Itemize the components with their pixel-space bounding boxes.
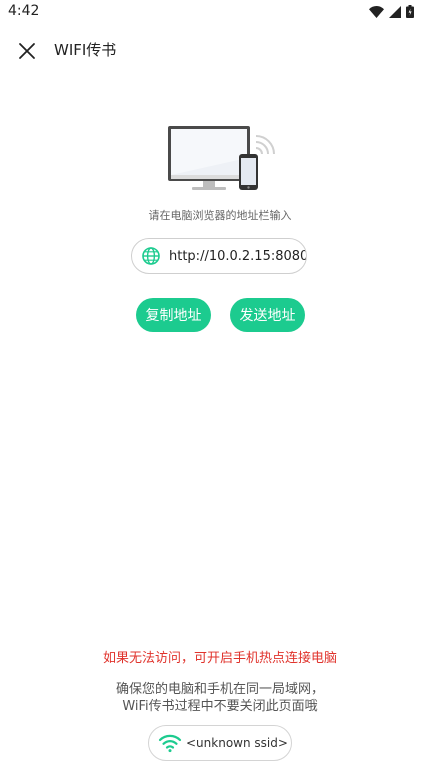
ssid-text: <unknown ssid>: [186, 736, 288, 750]
browser-hint: 请在电脑浏览器的地址栏输入: [148, 209, 292, 222]
battery-icon: [406, 5, 414, 18]
computer-icon: [168, 126, 275, 190]
cell-signal-icon: [389, 5, 401, 18]
status-icons: [369, 5, 414, 18]
close-button[interactable]: [13, 37, 41, 65]
ssid-indicator: <unknown ssid>: [148, 725, 292, 761]
status-bar: 4:42: [0, 0, 440, 24]
globe-icon: [141, 246, 161, 266]
hotspot-warning: 如果无法访问，可开启手机热点连接电脑: [102, 651, 337, 666]
close-icon: [19, 43, 35, 59]
wifi-icon: [158, 733, 182, 753]
wifi-signal-icon: [369, 5, 384, 18]
address-field[interactable]: http://10.0.2.15:8080: [131, 238, 307, 274]
send-address-button[interactable]: 发送地址: [230, 298, 305, 332]
status-time: 4:42: [8, 3, 40, 19]
lan-info: 确保您的电脑和手机在同一局域网， WiFi传书过程中不要关闭此页面哦: [0, 681, 440, 715]
copy-address-button[interactable]: 复制地址: [136, 298, 211, 332]
lan-info-line-1: 确保您的电脑和手机在同一局域网，: [115, 682, 324, 697]
app-bar: WIFI传书: [0, 24, 440, 76]
lan-info-line-2: WiFi传书过程中不要关闭此页面哦: [122, 699, 318, 714]
page-title: WIFI传书: [54, 41, 117, 59]
computer-phone-illustration: [164, 118, 276, 196]
address-text: http://10.0.2.15:8080: [169, 248, 307, 264]
